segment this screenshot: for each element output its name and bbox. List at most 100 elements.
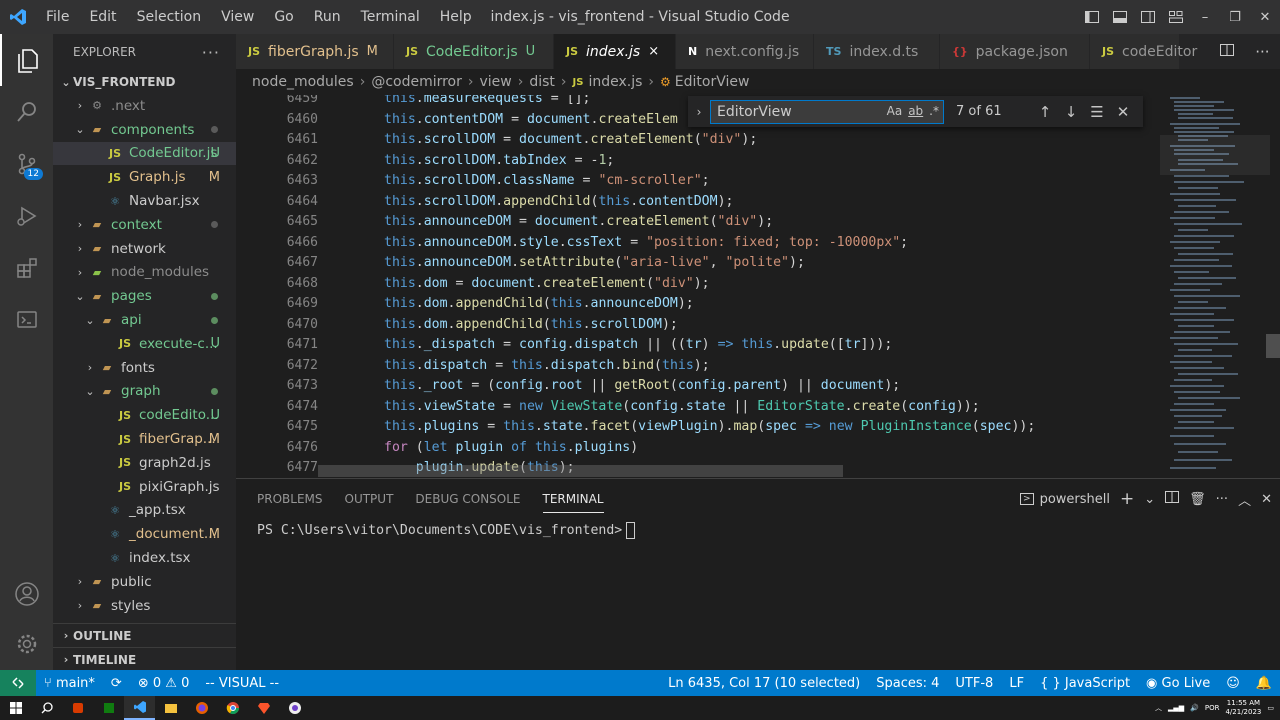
- breadcrumb-item[interactable]: node_modules: [252, 74, 354, 90]
- run-debug-icon[interactable]: [0, 190, 53, 242]
- folder-item[interactable]: ⌄ ▰ api: [53, 308, 236, 332]
- minimap[interactable]: [1160, 95, 1270, 478]
- code-editor[interactable]: 6459 6460 6461 6462 6463 6464 6465 6466 6467 6468…: [236, 95, 1280, 478]
- volume-icon[interactable]: 🔊: [1190, 704, 1199, 712]
- file-item[interactable]: JS fiberGrap... M: [53, 427, 236, 451]
- go-live-button[interactable]: ◉ Go Live: [1138, 676, 1218, 691]
- tab-codeeditor-js[interactable]: JS CodeEditor.js U: [394, 34, 554, 69]
- file-item[interactable]: ⚛ _document... M: [53, 522, 236, 546]
- file-item[interactable]: ⚛ _app.tsx: [53, 499, 236, 523]
- folder-item[interactable]: › ▰ context: [53, 213, 236, 237]
- menu-help[interactable]: Help: [430, 0, 482, 34]
- split-editor-icon[interactable]: [1220, 43, 1235, 60]
- tab-next-config-js[interactable]: Nnext.config.js: [676, 34, 814, 69]
- close-window-icon[interactable]: ✕: [1250, 0, 1280, 34]
- file-item[interactable]: JS pixiGraph.js: [53, 475, 236, 499]
- account-icon[interactable]: [0, 568, 53, 620]
- new-terminal-icon[interactable]: +: [1120, 489, 1134, 509]
- input-language[interactable]: POR: [1205, 704, 1220, 712]
- vscode-taskbar-icon[interactable]: [124, 696, 155, 720]
- use-regex-icon[interactable]: .*: [929, 104, 939, 118]
- tab-output[interactable]: OUTPUT: [345, 479, 394, 519]
- network-icon[interactable]: ▂▄▆: [1168, 704, 1184, 712]
- notifications-bell-icon[interactable]: 🔔: [1248, 676, 1280, 691]
- trash-icon[interactable]: 🗑: [1189, 492, 1206, 507]
- toggle-panel-icon[interactable]: [1106, 0, 1134, 34]
- split-terminal-icon[interactable]: [1165, 491, 1180, 507]
- line-ending[interactable]: LF: [1001, 676, 1032, 691]
- find-input[interactable]: EditorView Aa ab .*: [710, 99, 944, 124]
- project-root[interactable]: ⌄ VIS_FRONTEND: [53, 70, 236, 94]
- restore-icon[interactable]: ❐: [1220, 0, 1250, 34]
- match-case-icon[interactable]: Aa: [887, 104, 903, 118]
- menu-go[interactable]: Go: [264, 0, 303, 34]
- file-item[interactable]: JS execute-c... U: [53, 332, 236, 356]
- menu-file[interactable]: File: [36, 0, 79, 34]
- problems-indicator[interactable]: ⊗ 0 ⚠ 0: [130, 676, 198, 691]
- next-match-icon[interactable]: ↓: [1058, 103, 1084, 121]
- folder-item[interactable]: › ▰ public: [53, 570, 236, 594]
- tab-index-js[interactable]: JS index.js ×: [554, 34, 676, 69]
- remote-explorer-icon[interactable]: [0, 294, 53, 346]
- file-item[interactable]: JS CodeEditor.js U: [53, 141, 236, 166]
- terminal-output[interactable]: PS C:\Users\vitor\Documents\CODE\vis_fro…: [236, 522, 1280, 539]
- file-item[interactable]: ⚛ Navbar.jsx: [53, 189, 236, 213]
- folder-item[interactable]: › ▰ network: [53, 237, 236, 261]
- chevron-down-icon[interactable]: ⌄: [1144, 492, 1155, 507]
- remote-indicator-icon[interactable]: [0, 670, 36, 696]
- clock[interactable]: 11:55 AM 4/21/2023: [1225, 699, 1261, 717]
- close-find-icon[interactable]: ✕: [1110, 103, 1136, 121]
- breadcrumb-item[interactable]: @codemirror: [371, 74, 462, 90]
- breadcrumb-item[interactable]: dist: [529, 74, 555, 90]
- tab-fibergraph-js[interactable]: JS fiberGraph.js M: [236, 34, 394, 69]
- vertical-scrollbar-thumb[interactable]: [1266, 334, 1280, 358]
- previous-match-icon[interactable]: ↑: [1032, 103, 1058, 121]
- file-item[interactable]: JS graph2d.js: [53, 451, 236, 475]
- chrome-icon[interactable]: [217, 696, 248, 720]
- tab-index-d-ts[interactable]: TS index.d.ts: [814, 34, 940, 69]
- menu-selection[interactable]: Selection: [127, 0, 212, 34]
- match-whole-word-icon[interactable]: ab: [908, 104, 923, 118]
- tab-terminal[interactable]: TERMINAL: [542, 479, 604, 519]
- minimize-icon[interactable]: –: [1190, 0, 1220, 34]
- folder-item[interactable]: › ▰ node_modules: [53, 261, 236, 285]
- more-actions-icon[interactable]: ···: [202, 43, 220, 62]
- tab-problems[interactable]: PROBLEMS: [257, 479, 323, 519]
- tab-package-json[interactable]: {} package.json: [940, 34, 1090, 69]
- more-actions-icon[interactable]: ···: [1255, 43, 1269, 61]
- file-item[interactable]: ⚛ index.tsx: [53, 546, 236, 570]
- code-content[interactable]: this.measureRequests = []; this.contentD…: [384, 95, 1184, 478]
- source-control-icon[interactable]: 12: [0, 138, 53, 190]
- extensions-icon[interactable]: [0, 242, 53, 294]
- windows-start-icon[interactable]: [0, 696, 31, 720]
- tab-debug-console[interactable]: DEBUG CONSOLE: [415, 479, 520, 519]
- horizontal-scrollbar[interactable]: [318, 465, 843, 477]
- close-tab-icon[interactable]: ×: [648, 44, 659, 59]
- folder-item[interactable]: ⌄ ▰ pages: [53, 284, 236, 308]
- breadcrumb-item[interactable]: index.js: [588, 74, 642, 90]
- brave-icon[interactable]: [248, 696, 279, 720]
- more-actions-icon[interactable]: ···: [1216, 492, 1228, 507]
- app-green-icon[interactable]: [93, 696, 124, 720]
- close-panel-icon[interactable]: ✕: [1261, 492, 1272, 507]
- outline-section[interactable]: › OUTLINE: [53, 623, 236, 647]
- find-in-selection-icon[interactable]: ☰: [1084, 103, 1110, 121]
- feedback-icon[interactable]: ☺: [1218, 676, 1248, 691]
- menu-view[interactable]: View: [211, 0, 264, 34]
- github-desktop-icon[interactable]: [279, 696, 310, 720]
- folder-item[interactable]: ⌄ ▰ graph: [53, 380, 236, 404]
- notification-center-icon[interactable]: ▭: [1267, 704, 1274, 712]
- breadcrumb-item[interactable]: EditorView: [675, 74, 750, 90]
- explorer-icon[interactable]: [0, 34, 53, 86]
- toggle-sidebar-icon[interactable]: [1078, 0, 1106, 34]
- cursor-position[interactable]: Ln 6435, Col 17 (10 selected): [660, 676, 868, 691]
- encoding[interactable]: UTF-8: [947, 676, 1001, 691]
- toggle-secondary-sidebar-icon[interactable]: [1134, 0, 1162, 34]
- file-item[interactable]: JS codeEdito... U: [53, 403, 236, 427]
- timeline-section[interactable]: › TIMELINE: [53, 647, 236, 671]
- folder-item[interactable]: › ▰ fonts: [53, 356, 236, 380]
- breadcrumb-item[interactable]: view: [480, 74, 512, 90]
- git-branch[interactable]: ⑂ main*: [36, 676, 103, 691]
- menu-run[interactable]: Run: [304, 0, 351, 34]
- folder-item[interactable]: › ▰ styles: [53, 594, 236, 618]
